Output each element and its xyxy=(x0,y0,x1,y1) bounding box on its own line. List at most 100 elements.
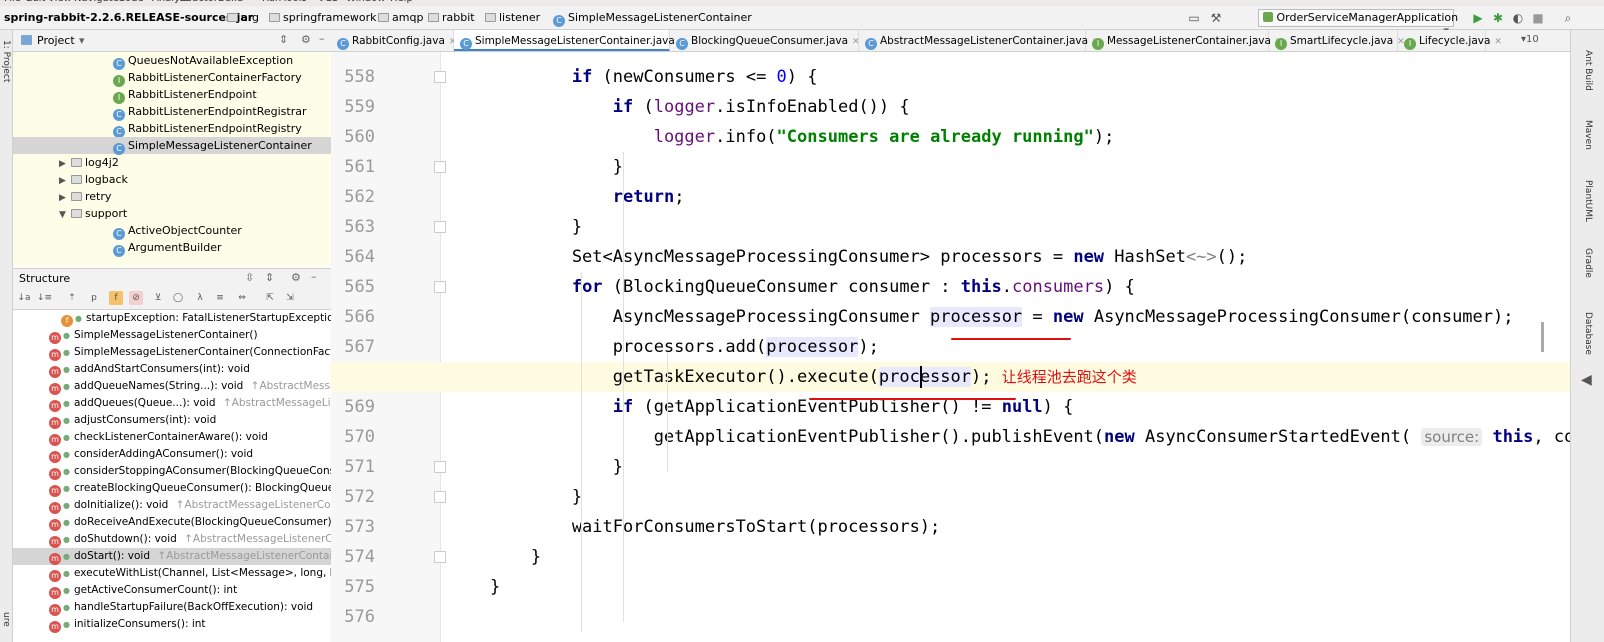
code-line[interactable]: } xyxy=(331,152,1570,182)
tree-item[interactable]: C RabbitListenerEndpointRegistry xyxy=(113,120,302,138)
menu-item-tools[interactable]: Tools xyxy=(282,0,307,4)
structure-tool-button[interactable]: ure xyxy=(1,612,11,627)
structure-item[interactable]: m ● checkListenerContainerAware(): void xyxy=(13,429,331,446)
autoscroll-from-source-icon[interactable]: ⇔ xyxy=(235,291,249,305)
autoscroll-to-source-icon[interactable]: ≡ xyxy=(213,291,227,305)
code-line[interactable]: return; xyxy=(331,182,1570,212)
breadcrumb-root[interactable]: spring-rabbit-2.2.6.RELEASE-sources.jar xyxy=(4,11,253,24)
coverage-icon[interactable]: ◐ xyxy=(1510,10,1526,26)
chevron-down-icon[interactable]: ▾ xyxy=(79,34,85,47)
structure-item[interactable]: m ● addAndStartConsumers(int): void xyxy=(13,361,331,378)
menu-item-navigate[interactable]: Navigate xyxy=(74,0,119,4)
breadcrumb-amqp[interactable]: amqp xyxy=(378,11,423,24)
sort-alpha-icon[interactable]: ↓a xyxy=(17,291,31,305)
menu-item-refactor[interactable]: Refactor xyxy=(176,0,218,4)
structure-item[interactable]: m ● addQueues(Queue...): void ↑AbstractMes… xyxy=(13,395,331,412)
collapse-arrow-icon[interactable]: ◀ xyxy=(1581,372,1592,388)
menu-item-file[interactable]: File xyxy=(4,0,21,4)
menu-item-build[interactable]: Build xyxy=(218,0,243,4)
tab-messagelistenercontainer[interactable]: IMessageListenerContainer.java✕ xyxy=(1086,30,1283,51)
tree-item[interactable]: C ArgumentBuilder xyxy=(113,239,221,257)
expand-icon[interactable]: ⇱ xyxy=(263,291,277,305)
structure-item[interactable]: m ● SimpleMessageListenerContainer(Connect… xyxy=(13,344,331,361)
tab-rabbitconfig[interactable]: C RabbitConfig.java ✕ xyxy=(331,30,456,51)
structure-item[interactable]: m ● doReceiveAndExecute(BlockingQueueConsu… xyxy=(13,514,331,531)
show-non-public-icon[interactable]: ⊘ xyxy=(129,291,143,305)
code-line[interactable]: processors.add(processor); xyxy=(331,332,1570,362)
code-line[interactable]: getTaskExecutor().execute(processor); 让线… xyxy=(331,362,1570,392)
tool-plantuml[interactable]: PlantUML xyxy=(1583,180,1593,222)
structure-item[interactable]: m ● considerAddingAConsumer(): void xyxy=(13,446,331,463)
code-line[interactable]: if (newConsumers <= 0) { xyxy=(331,62,1570,92)
search-icon[interactable]: ⌕ xyxy=(1560,10,1576,26)
code-line[interactable] xyxy=(331,602,1570,632)
breadcrumb-springframework[interactable]: springframework xyxy=(269,11,376,24)
anonymous-class-icon[interactable]: ◯ xyxy=(171,291,185,305)
editor-scrollbar-thumb[interactable] xyxy=(1541,322,1544,352)
code-line[interactable]: } xyxy=(331,452,1570,482)
tree-item[interactable]: C RabbitListenerEndpointRegistrar xyxy=(113,103,306,121)
breadcrumb-listener[interactable]: listener xyxy=(485,11,540,24)
tree-item[interactable]: I RabbitListenerEndpoint xyxy=(113,86,257,104)
menu-item-code[interactable]: Code xyxy=(118,0,144,4)
tool-ant-build[interactable]: Ant Build xyxy=(1583,50,1593,91)
chevron-down-icon[interactable]: ▼ xyxy=(59,207,71,224)
code-line[interactable]: waitForConsumersToStart(processors); xyxy=(331,512,1570,542)
sort-visibility-icon[interactable]: ↓≡ xyxy=(37,291,52,305)
show-properties-icon[interactable]: p xyxy=(87,291,101,305)
code-line[interactable]: if (getApplicationEventPublisher() != nu… xyxy=(331,392,1570,422)
collapse-all-icon[interactable]: ⇕ xyxy=(279,33,288,46)
collapse-icon[interactable]: ⇲ xyxy=(283,291,297,305)
menu-item-run[interactable]: Run xyxy=(262,0,281,4)
tree-item[interactable]: ▶ logback xyxy=(59,171,128,188)
code-editor[interactable]: 5585595605615625635645655665675685695705… xyxy=(331,52,1570,642)
menu-item-help[interactable]: Help xyxy=(390,0,413,4)
tab-lifecycle[interactable]: I Lifecycle.java ✕ xyxy=(1398,30,1502,51)
hammer-icon[interactable]: ⚒ xyxy=(1208,10,1224,26)
structure-item[interactable]: f ● startupException: FatalListenerStartup… xyxy=(13,310,331,327)
layout-icon[interactable]: ▭ xyxy=(1186,10,1202,26)
code-line[interactable]: Set<AsyncMessageProcessingConsumer> proc… xyxy=(331,242,1570,272)
collapse-all-icon[interactable]: ⇕ xyxy=(265,271,274,284)
code-line[interactable]: } xyxy=(331,482,1570,512)
code-line[interactable]: } xyxy=(331,572,1570,602)
code-line[interactable]: AsyncMessageProcessingConsumer processor… xyxy=(331,302,1570,332)
tab-smartlifecycle[interactable]: I SmartLifecycle.java ✕ xyxy=(1269,30,1405,51)
code-line[interactable]: if (logger.isInfoEnabled()) { xyxy=(331,92,1570,122)
code-line[interactable]: for (BlockingQueueConsumer consumer : th… xyxy=(331,272,1570,302)
structure-item[interactable]: m ● handleStartupFailure(BackOffExecution)… xyxy=(13,599,331,616)
structure-item[interactable]: m ● addQueueNames(String...): void ↑Abstra… xyxy=(13,378,331,395)
structure-item[interactable]: m ● adjustConsumers(int): void xyxy=(13,412,331,429)
hide-panel-icon[interactable]: – xyxy=(319,32,325,45)
tab-blockingqueueconsumer[interactable]: C BlockingQueueConsumer.java ✕ xyxy=(670,30,860,51)
structure-item[interactable]: m ● createBlockingQueueConsumer(): Blockin… xyxy=(13,480,331,497)
debug-icon[interactable]: ✱ xyxy=(1490,10,1506,26)
tree-item[interactable]: C SimpleMessageListenerContainer xyxy=(13,137,331,155)
structure-item[interactable]: m ● doStart(): void ↑AbstractMessageListen… xyxy=(13,548,331,565)
run-configuration-select[interactable]: OrderServiceManagerApplication ▾ xyxy=(1258,9,1458,37)
structure-item[interactable]: m ● executeWithList(Channel, List<Message>… xyxy=(13,565,331,582)
expand-all-icon[interactable]: ⇳ xyxy=(245,271,254,284)
run-icon[interactable]: ▶ xyxy=(1470,10,1486,26)
code-line[interactable]: getApplicationEventPublisher().publishEv… xyxy=(331,422,1570,452)
breadcrumb-file[interactable]: C SimpleMessageListenerContainer xyxy=(553,11,752,27)
tree-item[interactable]: I RabbitListenerContainerFactory xyxy=(113,69,302,87)
menu-item-window[interactable]: Window xyxy=(346,0,385,4)
menu-item-view[interactable]: View xyxy=(48,0,72,4)
tool-gradle[interactable]: Gradle xyxy=(1583,248,1593,278)
show-fields-icon[interactable]: f xyxy=(109,291,123,305)
filter-icon[interactable]: ⊻ xyxy=(151,291,165,305)
project-panel-title[interactable]: Project xyxy=(37,34,75,47)
menu-item-vcs[interactable]: VCS xyxy=(318,0,338,4)
gear-icon[interactable]: ⚙ xyxy=(301,33,311,46)
tree-item[interactable]: C ActiveObjectCounter xyxy=(113,222,242,240)
project-tool-button[interactable]: 1: Project xyxy=(1,40,11,82)
breadcrumb-rabbit[interactable]: rabbit xyxy=(428,11,475,24)
tool-database[interactable]: Database xyxy=(1583,312,1593,355)
tree-item[interactable]: ▼ support xyxy=(59,205,127,222)
structure-item[interactable]: m ● doInitialize(): void ↑AbstractMessageL… xyxy=(13,497,331,514)
tree-item[interactable]: ▶ log4j2 xyxy=(59,154,119,171)
tree-item[interactable]: ▶ retry xyxy=(59,188,111,205)
code-line[interactable]: logger.info("Consumers are already runni… xyxy=(331,122,1570,152)
structure-item[interactable]: m ● getActiveConsumerCount(): int xyxy=(13,582,331,599)
